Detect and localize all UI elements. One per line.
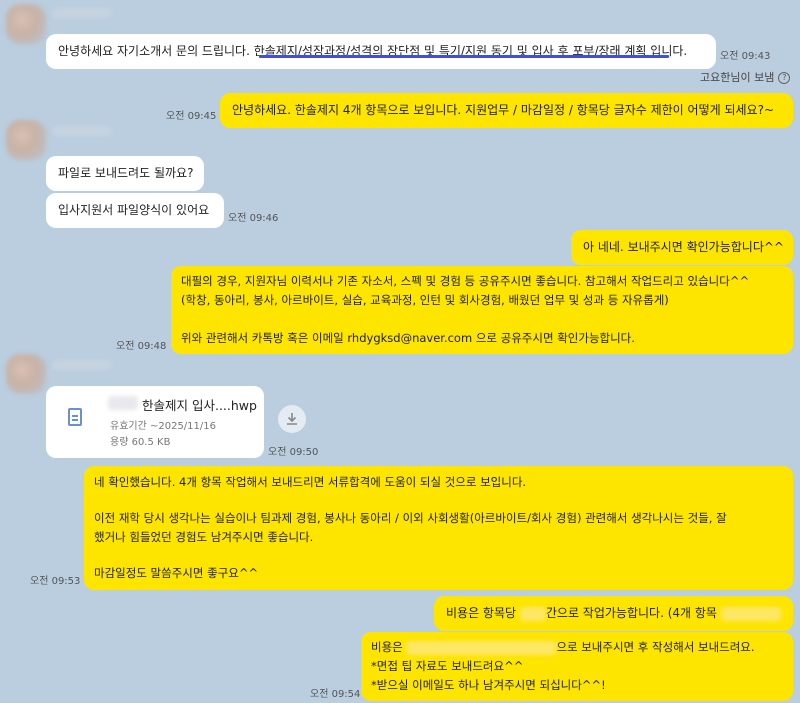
message-bubble[interactable]: 네 확인했습니다. 4개 항목 작업해서 보내드리면 서류합격에 도움이 되실 … — [84, 466, 793, 590]
message-text: 비용은 항목당 — [446, 606, 520, 620]
message-time: 오전 09:50 — [268, 447, 319, 458]
message-text: 간으로 작업가능합니다. (4개 항목 — [545, 606, 717, 620]
message-line: *받으실 이메일도 하나 남겨주시면 되십니다^^! — [371, 678, 606, 692]
message-time: 오전 09:48 — [116, 341, 167, 352]
message-bubble[interactable]: 비용은 으로 보내주시면 후 작성해서 보내드려요. *면접 팁 자료도 보내드… — [361, 632, 793, 701]
message-bubble[interactable]: 비용은 항목당 간으로 작업가능합니다. (4개 항목 — [434, 596, 793, 631]
file-name: 한솔제지 입사....hwp — [142, 398, 257, 413]
redacted-text — [406, 640, 557, 655]
read-receipt: 고요한님이 보냄? — [700, 69, 791, 85]
message-bubble[interactable]: 아 네네. 보내주시면 확인가능합니다^^ — [571, 230, 793, 265]
avatar[interactable] — [6, 354, 46, 394]
message-bubble[interactable]: 입사지원서 파일양식이 있어요 — [46, 193, 224, 228]
message-line: 비용은 으로 보내주시면 후 작성해서 보내드려요. — [371, 638, 783, 657]
message-line: (학창, 동아리, 봉사, 아르바이트, 실습, 교육과정, 인턴 및 회사경험… — [181, 293, 669, 307]
message-text: 파일로 보내드려도 될까요? — [58, 166, 194, 180]
message-text: 으로 보내주시면 후 작성해서 보내드려요. — [556, 640, 755, 654]
message-time: 오전 09:46 — [228, 213, 279, 224]
sender-name — [52, 8, 112, 18]
sender-name — [52, 126, 112, 136]
message-line: 대필의 경우, 지원자님 이력서나 기존 자소서, 스펙 및 경험 등 공유주시… — [181, 274, 750, 288]
file-attachment[interactable]: 한솔제지 입사....hwp 유효기간 ~2025/11/16 용량 60.5 … — [46, 386, 264, 458]
message-bubble[interactable]: 대필의 경우, 지원자님 이력서나 기존 자소서, 스펙 및 경험 등 공유주시… — [171, 266, 793, 354]
message-line — [94, 547, 783, 564]
download-icon[interactable] — [278, 405, 306, 433]
message-text: 비용은 — [371, 640, 407, 654]
read-receipt-text: 고요한님이 보냄 — [700, 71, 775, 84]
message-text: 안녕하세요. 한솔제지 4개 항목으로 보입니다. 지원업무 / 마감일정 / … — [232, 103, 775, 117]
message-time: 오전 09:54 — [310, 689, 361, 700]
message-line: 이전 재학 당시 생각나는 실습이나 팀과제 경험, 봉사나 동아리 / 이외 … — [94, 511, 727, 525]
message-time: 오전 09:53 — [30, 576, 81, 587]
message-line — [181, 310, 783, 329]
message-text: 안녕하세요 자기소개서 문의 드립니다. — [58, 44, 254, 58]
message-text: 입사지원서 파일양식이 있어요 — [58, 203, 210, 217]
sender-name — [52, 360, 112, 370]
message-line: 위와 관련해서 카톡방 혹은 이메일 rhdygksd@naver.com 으로… — [181, 331, 635, 345]
message-time: 오전 09:45 — [166, 111, 217, 122]
message-time: 오전 09:43 — [720, 51, 771, 62]
redacted-text — [519, 606, 546, 621]
file-expiry: 유효기간 ~2025/11/16 — [110, 421, 216, 432]
file-size: 용량 60.5 KB — [110, 437, 171, 448]
message-bubble[interactable]: 파일로 보내드려도 될까요? — [46, 156, 204, 191]
redacted-text — [720, 606, 781, 621]
message-text: 아 네네. 보내주시면 확인가능합니다^^ — [583, 240, 784, 254]
message-line: *면접 팁 자료도 보내드려요^^ — [371, 659, 524, 673]
file-icon — [68, 408, 82, 426]
message-line: 했거나 힘들었던 경험도 남겨주시면 좋습니다. — [94, 530, 314, 544]
question-icon[interactable]: ? — [778, 72, 791, 84]
message-line: 마감일정도 말씀주시면 좋구요^^ — [94, 566, 259, 580]
redacted-text — [108, 396, 138, 410]
highlight-underline — [259, 55, 669, 58]
message-bubble[interactable]: 안녕하세요. 한솔제지 4개 항목으로 보입니다. 지원업무 / 마감일정 / … — [220, 93, 793, 128]
download-arrow-icon — [287, 413, 297, 425]
message-line — [94, 492, 783, 509]
avatar[interactable] — [6, 120, 46, 160]
avatar[interactable] — [6, 4, 46, 44]
message-bubble[interactable]: 안녕하세요 자기소개서 문의 드립니다. 한솔제지/성장과정/성격의 장단점 및… — [46, 34, 716, 69]
message-line: 네 확인했습니다. 4개 항목 작업해서 보내드리면 서류합격에 도움이 되실 … — [94, 475, 527, 489]
